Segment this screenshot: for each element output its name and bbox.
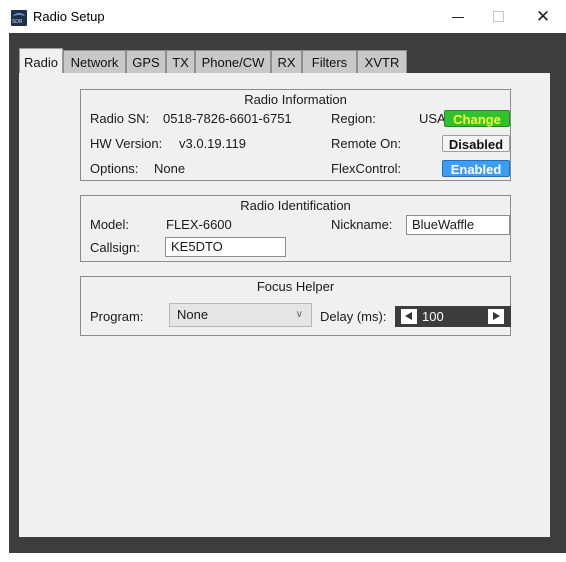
options-value: None <box>154 161 186 176</box>
window-title: Radio Setup <box>33 9 105 24</box>
callsign-label: Callsign: <box>90 240 140 255</box>
model-label: Model: <box>90 217 130 232</box>
tab-network[interactable]: Network <box>63 50 126 74</box>
radio-tab-panel: Radio Information Radio SN: 0518-7826-66… <box>19 73 550 537</box>
delay-value[interactable]: 100 <box>422 306 444 327</box>
radio-sn-value: 0518-7826-6601-6751 <box>163 111 292 126</box>
title-bar: SDR Radio Setup ✕ <box>0 0 566 34</box>
radio-information-title: Radio Information <box>244 92 347 107</box>
region-value: USA <box>419 111 446 126</box>
focus-helper-title: Focus Helper <box>256 279 335 294</box>
tab-radio[interactable]: Radio <box>19 48 63 75</box>
flexcontrol-toggle[interactable]: Enabled <box>442 160 510 177</box>
callsign-input[interactable]: KE5DTO <box>165 237 286 257</box>
close-icon: ✕ <box>535 7 551 27</box>
delay-stepper[interactable]: 100 <box>395 306 511 327</box>
nickname-label: Nickname: <box>331 217 393 232</box>
minimize-icon <box>452 17 464 18</box>
maximize-icon <box>493 11 504 22</box>
radio-sn-label: Radio SN: <box>90 111 150 126</box>
hw-version-value: v3.0.19.119 <box>179 136 246 151</box>
radio-identification-title: Radio Identification <box>240 198 351 213</box>
arrow-right-icon <box>493 312 500 320</box>
tab-xvtr[interactable]: XVTR <box>357 50 407 74</box>
chevron-down-icon: ∨ <box>295 309 303 320</box>
remote-on-toggle[interactable]: Disabled <box>442 135 510 152</box>
app-icon: SDR <box>11 10 27 26</box>
hw-version-label: HW Version: <box>90 136 163 151</box>
maximize-button[interactable] <box>476 0 522 34</box>
program-label: Program: <box>90 309 144 324</box>
tab-phone-cw[interactable]: Phone/CW <box>195 50 271 74</box>
decrement-button[interactable] <box>401 309 417 324</box>
change-region-button[interactable]: Change <box>444 110 510 127</box>
remote-on-label: Remote On: <box>331 136 402 151</box>
flexcontrol-label: FlexControl: <box>331 161 402 176</box>
options-label: Options: <box>90 161 139 176</box>
radio-information-group: Radio Information Radio SN: 0518-7826-66… <box>80 89 511 181</box>
arrow-left-icon <box>405 312 412 320</box>
increment-button[interactable] <box>488 309 504 324</box>
delay-label: Delay (ms): <box>320 309 387 324</box>
focus-helper-group: Focus Helper Program: None ∨ Delay (ms):… <box>80 276 511 336</box>
program-select[interactable]: None ∨ <box>169 303 312 327</box>
region-label: Region: <box>331 111 376 126</box>
radio-identification-group: Radio Identification Model: FLEX-6600 Ni… <box>80 195 511 262</box>
close-button[interactable]: ✕ <box>520 0 566 34</box>
tab-tx[interactable]: TX <box>166 50 195 74</box>
nickname-input[interactable]: BlueWaffle <box>406 215 510 235</box>
app-icon-text: SDR <box>12 19 23 25</box>
program-select-value: None <box>177 307 209 322</box>
model-value: FLEX-6600 <box>166 217 232 232</box>
tab-gps[interactable]: GPS <box>126 50 166 74</box>
tab-rx[interactable]: RX <box>271 50 302 74</box>
tab-filters[interactable]: Filters <box>302 50 357 74</box>
